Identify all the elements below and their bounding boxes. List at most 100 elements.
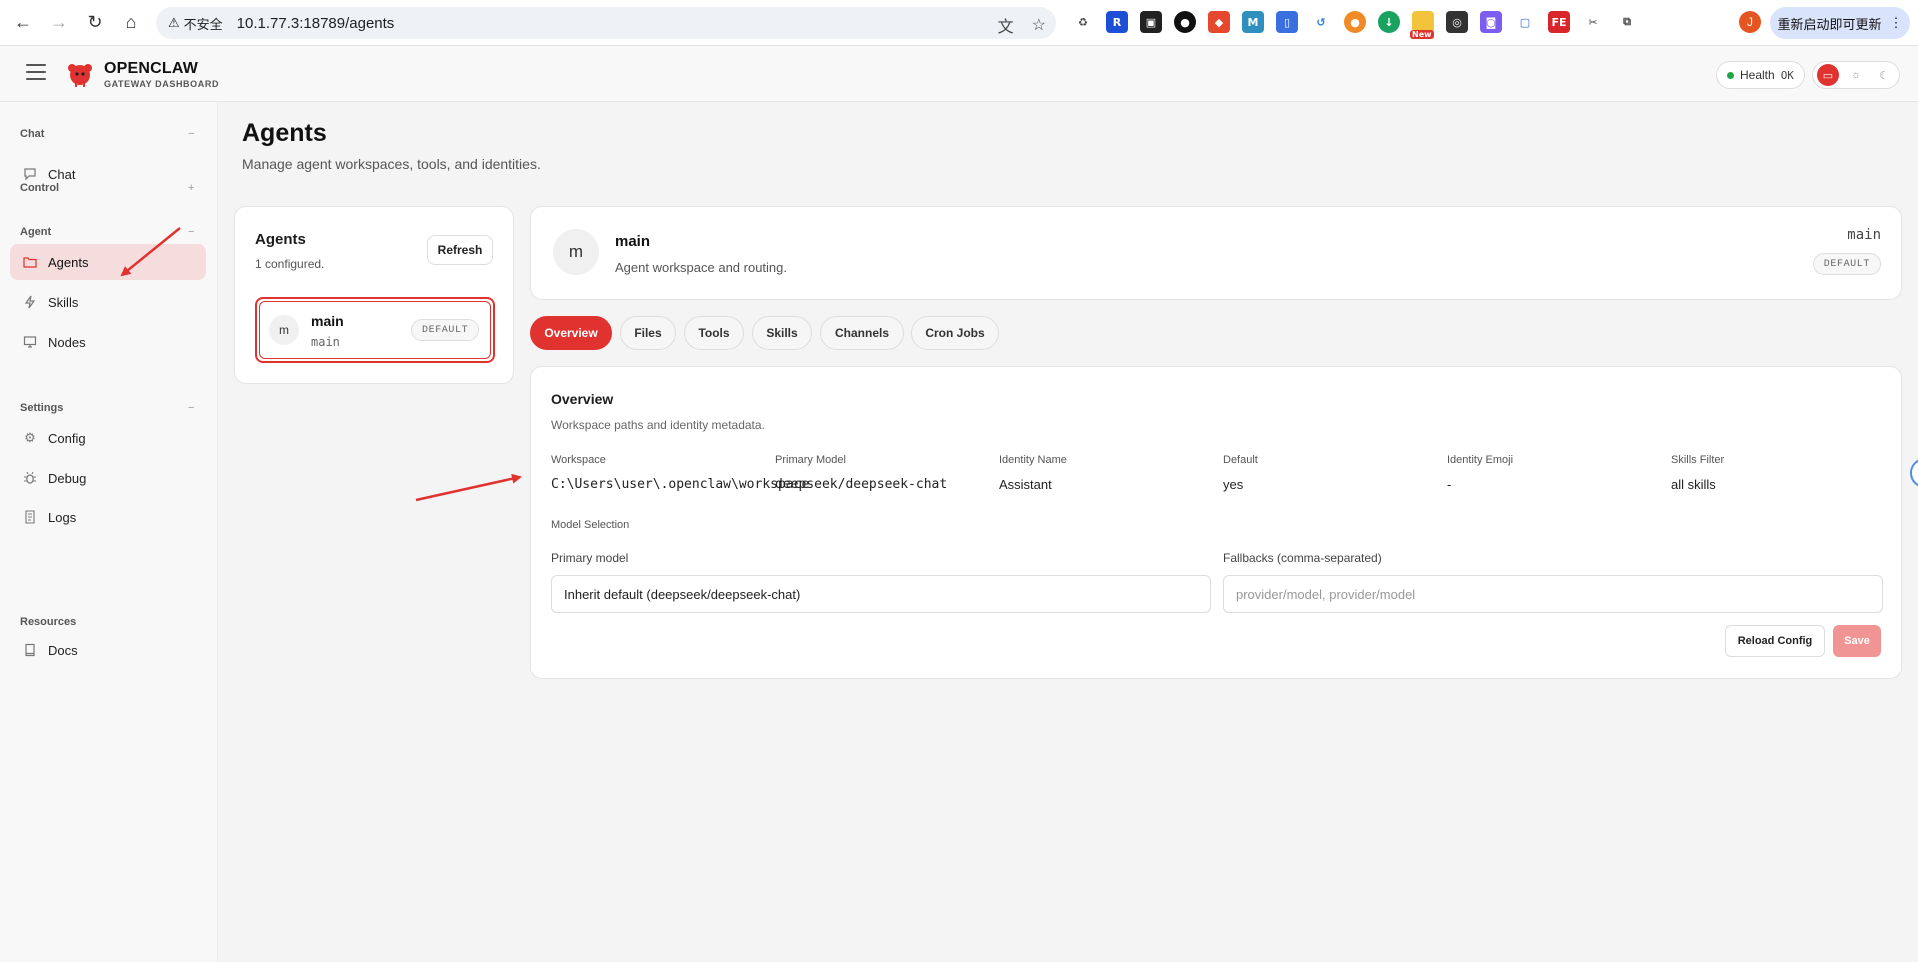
extension-cookie-icon[interactable]: ● bbox=[1344, 11, 1366, 33]
insecure-indicator[interactable]: ⚠ 不安全 bbox=[168, 14, 223, 33]
extension-scissors-icon[interactable]: ✂ bbox=[1582, 11, 1604, 33]
expand-icon[interactable]: + bbox=[188, 182, 194, 194]
collapse-icon[interactable]: − bbox=[188, 128, 194, 140]
gear-icon: ⚙ bbox=[24, 430, 36, 445]
overview-title: Overview bbox=[551, 391, 614, 407]
primary-model-input[interactable] bbox=[551, 575, 1211, 613]
extension-new-badge: New bbox=[1410, 30, 1434, 39]
sidebar-item-agents[interactable]: Agents bbox=[10, 244, 206, 280]
default-value: yes bbox=[1223, 477, 1244, 492]
extension-m-icon[interactable]: M bbox=[1242, 11, 1264, 33]
sidebar-item-config[interactable]: ⚙ Config bbox=[10, 420, 206, 456]
home-icon[interactable]: ⌂ bbox=[116, 8, 146, 38]
extension-blue-icon[interactable]: R bbox=[1106, 11, 1128, 33]
overview-panel: Overview Workspace paths and identity me… bbox=[530, 366, 1902, 679]
reload-config-button[interactable]: Reload Config bbox=[1725, 625, 1825, 657]
page-subtitle: Manage agent workspaces, tools, and iden… bbox=[242, 156, 541, 172]
theme-switcher: ▭ ☼ ☾ bbox=[1812, 61, 1900, 89]
sidebar-group-chat[interactable]: Chat bbox=[20, 128, 44, 140]
update-browser-button[interactable]: 重新启动即可更新 ⋮ bbox=[1770, 7, 1910, 39]
sidebar-group-agent[interactable]: Agent bbox=[20, 226, 51, 238]
extension-screenshot-icon[interactable]: ◙ bbox=[1480, 11, 1502, 33]
identity-name-value: Assistant bbox=[999, 477, 1052, 492]
sidebar: Chat − Chat Control + Agent − Agents Ski… bbox=[0, 102, 218, 962]
save-button[interactable]: Save bbox=[1833, 625, 1881, 657]
book-icon bbox=[22, 642, 38, 658]
puzzle-extensions-icon[interactable]: ⧉ bbox=[1616, 11, 1638, 33]
tab-cron-jobs[interactable]: Cron Jobs bbox=[911, 316, 999, 350]
sidebar-item-logs[interactable]: Logs bbox=[10, 499, 206, 535]
extension-dark-icon[interactable]: ▣ bbox=[1140, 11, 1162, 33]
more-vertical-icon[interactable]: ⋮ bbox=[1890, 15, 1903, 31]
monitor-theme-icon[interactable]: ▭ bbox=[1817, 64, 1839, 86]
collapse-icon[interactable]: − bbox=[188, 226, 194, 238]
profile-avatar[interactable]: J bbox=[1739, 11, 1761, 33]
menu-toggle-icon[interactable] bbox=[26, 64, 46, 80]
moon-theme-icon[interactable]: ☾ bbox=[1873, 64, 1895, 86]
sidebar-group-resources[interactable]: Resources bbox=[20, 616, 76, 628]
floating-assistant-button[interactable] bbox=[1910, 458, 1918, 488]
tab-tools[interactable]: Tools bbox=[684, 316, 744, 350]
extension-download-icon[interactable]: ↓ bbox=[1378, 11, 1400, 33]
sidebar-group-settings[interactable]: Settings bbox=[20, 402, 63, 414]
reload-icon[interactable]: ↻ bbox=[80, 8, 110, 38]
sun-theme-icon[interactable]: ☼ bbox=[1845, 64, 1867, 86]
overview-subtitle: Workspace paths and identity metadata. bbox=[551, 418, 765, 432]
primary-model-field-label: Primary model bbox=[551, 551, 629, 565]
sidebar-item-debug[interactable]: Debug bbox=[10, 460, 206, 496]
url-text[interactable]: 10.1.77.3:18789/agents bbox=[237, 15, 395, 32]
refresh-button[interactable]: Refresh bbox=[427, 235, 493, 265]
tab-channels[interactable]: Channels bbox=[820, 316, 904, 350]
agent-name: main bbox=[311, 313, 344, 329]
app-header: OPENCLAW GATEWAY DASHBOARD Health OK ▭ ☼… bbox=[0, 46, 1918, 102]
chat-bubble-icon bbox=[22, 166, 38, 182]
address-bar[interactable]: ⚠ 不安全 10.1.77.3:18789/agents 文 ☆ bbox=[156, 7, 1056, 39]
sidebar-item-nodes[interactable]: Nodes bbox=[10, 324, 206, 360]
tab-overview[interactable]: Overview bbox=[530, 316, 612, 350]
default-label: Default bbox=[1223, 454, 1258, 466]
extension-red-cube-icon[interactable]: ◆ bbox=[1208, 11, 1230, 33]
health-dot-icon bbox=[1727, 71, 1734, 79]
back-icon[interactable]: ← bbox=[8, 8, 38, 38]
translate-icon[interactable]: 文 bbox=[998, 13, 1014, 37]
identity-name-label: Identity Name bbox=[999, 454, 1067, 466]
extension-target-icon[interactable]: ◎ bbox=[1446, 11, 1468, 33]
bookmark-star-icon[interactable]: ☆ bbox=[1032, 15, 1046, 35]
agent-detail-name: main bbox=[615, 233, 651, 250]
openclaw-logo-icon bbox=[68, 64, 92, 87]
skills-filter-value: all skills bbox=[1671, 477, 1716, 492]
identity-emoji-value: - bbox=[1447, 477, 1452, 492]
extension-doc-icon[interactable]: ▯ bbox=[1276, 11, 1298, 33]
bolt-icon bbox=[22, 294, 38, 310]
extension-new-icon[interactable]: New bbox=[1410, 11, 1434, 39]
sidebar-item-skills[interactable]: Skills bbox=[10, 284, 206, 320]
sidebar-item-docs[interactable]: Docs bbox=[10, 632, 206, 668]
sidebar-group-control[interactable]: Control bbox=[20, 182, 59, 194]
fallbacks-field-label: Fallbacks (comma-separated) bbox=[1223, 551, 1382, 565]
fallbacks-input[interactable] bbox=[1223, 575, 1883, 613]
extensions-bar: ♻ R ▣ ● ◆ M ▯ ↺ ● ↓ New ◎ ◙ ▢ FE ✂ ⧉ bbox=[1072, 11, 1638, 39]
extension-page-icon[interactable]: ▢ bbox=[1514, 11, 1536, 33]
agent-list-item[interactable]: m main main DEFAULT bbox=[255, 297, 495, 363]
warning-icon: ⚠ bbox=[168, 15, 180, 30]
primary-model-value: deepseek/deepseek-chat bbox=[775, 477, 948, 492]
model-selection-label: Model Selection bbox=[551, 519, 630, 531]
tab-files[interactable]: Files bbox=[620, 316, 676, 350]
workspace-value: C:\Users\user\.openclaw\workspace bbox=[551, 477, 810, 492]
identity-emoji-label: Identity Emoji bbox=[1447, 454, 1514, 466]
collapse-icon[interactable]: − bbox=[188, 402, 194, 414]
agents-count: 1 configured. bbox=[255, 257, 325, 271]
bug-icon bbox=[22, 470, 38, 486]
agent-detail-id: main bbox=[1847, 227, 1881, 243]
extension-fe-icon[interactable]: FE bbox=[1548, 11, 1570, 33]
recycle-extension-icon[interactable]: ♻ bbox=[1072, 11, 1094, 33]
primary-model-label: Primary Model bbox=[775, 454, 846, 466]
tab-skills[interactable]: Skills bbox=[752, 316, 812, 350]
brand-subtitle: GATEWAY DASHBOARD bbox=[104, 79, 220, 89]
agent-avatar: m bbox=[269, 315, 299, 345]
forward-icon[interactable]: → bbox=[44, 8, 74, 38]
agents-list-title: Agents bbox=[255, 231, 306, 248]
extension-circle-icon[interactable]: ● bbox=[1174, 11, 1196, 33]
extension-sync-icon[interactable]: ↺ bbox=[1310, 11, 1332, 33]
folder-icon bbox=[22, 254, 38, 270]
